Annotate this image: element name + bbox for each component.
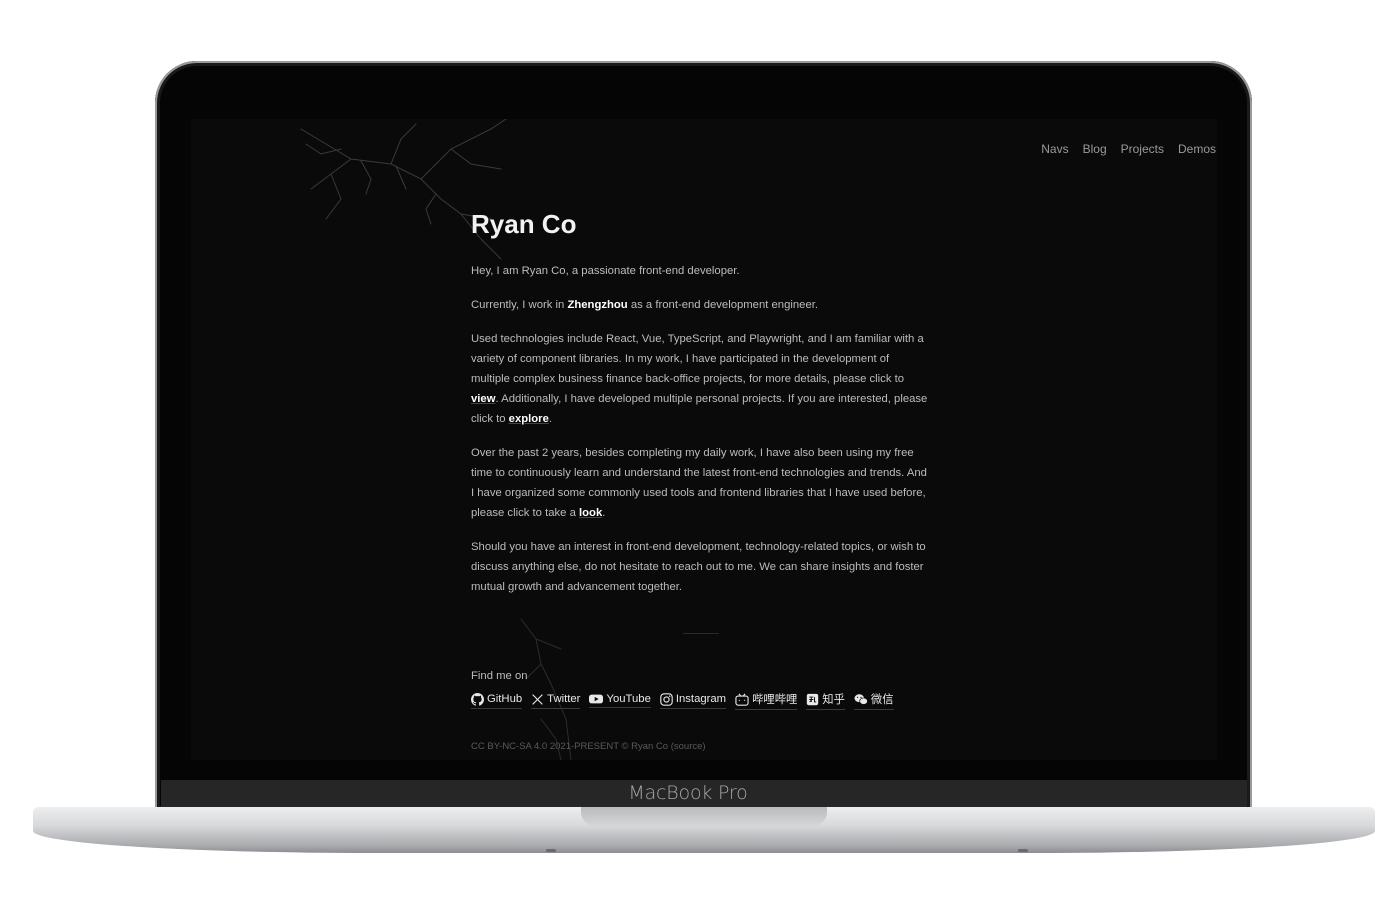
look-link[interactable]: look <box>579 507 602 519</box>
instagram-label: Instagram <box>675 693 727 706</box>
contact-paragraph: Should you have an interest in front-end… <box>471 537 931 597</box>
explore-link[interactable]: explore <box>509 413 549 425</box>
bilibili-icon <box>735 693 749 706</box>
youtube-link[interactable]: YouTube <box>589 693 651 709</box>
nav-navs[interactable]: Navs <box>1041 142 1068 156</box>
x-icon <box>532 693 543 705</box>
bilibili-link[interactable]: 哔哩哔哩 <box>735 691 798 711</box>
technologies-paragraph: Used technologies include React, Vue, Ty… <box>471 329 931 429</box>
wechat-icon <box>854 693 868 705</box>
location-text-post: as a front-end development engineer. <box>627 299 819 312</box>
zhihu-icon <box>807 693 819 705</box>
learning-text-pre: Over the past 2 years, besides completin… <box>471 447 927 520</box>
wechat-label: 微信 <box>870 694 894 707</box>
location-paragraph: Currently, I work in Zhengzhou as a fron… <box>471 295 931 315</box>
page-title: Ryan Co <box>471 209 577 239</box>
nav-demos[interactable]: Demos <box>1178 142 1216 156</box>
zhihu-link[interactable]: 知乎 <box>806 691 845 711</box>
top-nav: Navs Blog Projects Demos <box>1041 142 1216 156</box>
zhengzhou-link[interactable]: Zhengzhou <box>567 299 627 311</box>
section-divider <box>683 633 719 635</box>
youtube-label: YouTube <box>606 693 651 706</box>
technologies-text-pre: Used technologies include React, Vue, Ty… <box>471 333 924 386</box>
github-link[interactable]: GitHub <box>471 692 523 709</box>
browser-screen: Navs Blog Projects Demos Ryan Co Hey, I … <box>191 119 1217 760</box>
twitter-link[interactable]: Twitter <box>531 693 581 709</box>
view-link[interactable]: view <box>471 393 496 405</box>
github-icon <box>471 692 484 706</box>
nav-blog[interactable]: Blog <box>1083 142 1107 156</box>
laptop-foot <box>546 849 556 852</box>
main-content: Ryan Co Hey, I am Ryan Co, a passionate … <box>471 209 931 711</box>
laptop-notch <box>581 807 827 826</box>
device-brand-label: MacBook Pro <box>628 782 748 804</box>
zhihu-label: 知乎 <box>822 694 845 707</box>
social-links: GitHub Twitter YouTube Instagram 哔哩哔哩 知乎 <box>471 691 931 711</box>
footer-license: CC BY-NC-SA 4.0 2021-PRESENT © Ryan Co (… <box>471 741 706 752</box>
intro-text: Hey, I am Ryan Co, a passionate front-en… <box>471 265 740 278</box>
learning-text-post: . <box>602 507 606 520</box>
instagram-link[interactable]: Instagram <box>659 692 727 709</box>
bilibili-label: 哔哩哔哩 <box>752 694 798 707</box>
instagram-icon <box>660 692 673 706</box>
technologies-text-post: . <box>548 413 552 426</box>
intro-paragraph: Hey, I am Ryan Co, a passionate front-en… <box>471 261 931 281</box>
nav-projects[interactable]: Projects <box>1121 142 1164 156</box>
laptop-foot <box>1018 849 1028 852</box>
youtube-icon <box>589 694 604 704</box>
learning-paragraph: Over the past 2 years, besides completin… <box>471 443 931 523</box>
wechat-link[interactable]: 微信 <box>853 691 894 711</box>
location-text-pre: Currently, I work in <box>471 299 568 312</box>
github-label: GitHub <box>487 693 523 706</box>
twitter-label: Twitter <box>547 693 581 706</box>
contact-text: Should you have an interest in front-end… <box>471 541 926 594</box>
find-me-heading: Find me on <box>471 670 528 683</box>
